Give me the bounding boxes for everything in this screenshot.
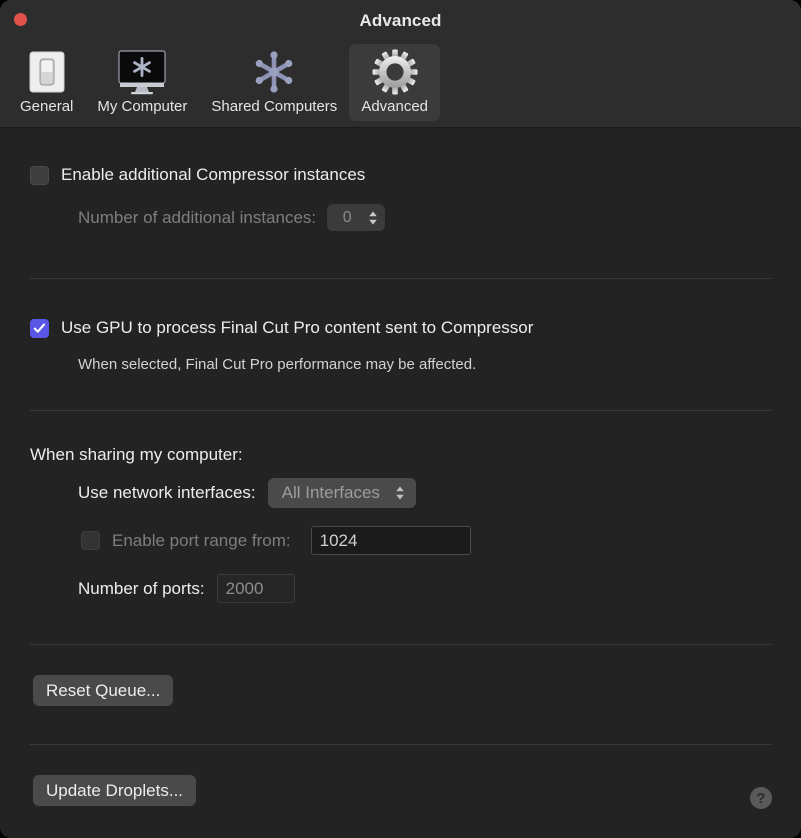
reset-queue-row: Reset Queue...	[33, 675, 174, 706]
tab-label-advanced: Advanced	[361, 98, 429, 115]
port-range-input[interactable]: 1024	[310, 526, 471, 555]
network-interfaces-value: All Interfaces	[281, 483, 380, 502]
port-range-value: 1024	[319, 530, 358, 550]
use-gpu-checkbox[interactable]	[30, 318, 49, 338]
reset-queue-button[interactable]: Reset Queue...	[33, 675, 174, 706]
tab-label-my-computer: My Computer	[97, 98, 188, 115]
instances-count-row: Number of additional instances: 0	[78, 204, 386, 231]
tab-my-computer[interactable]: My Computer	[85, 44, 199, 121]
network-interfaces-select[interactable]: All Interfaces	[267, 478, 416, 508]
light-switch-icon	[26, 48, 68, 96]
number-of-ports-label: Number of ports:	[78, 578, 205, 598]
network-interfaces-label: Use network interfaces:	[78, 483, 256, 502]
tab-advanced[interactable]: Advanced	[349, 44, 441, 121]
chevron-updown-icon	[394, 484, 406, 502]
instances-count-label: Number of additional instances:	[78, 207, 317, 227]
window-title: Advanced	[359, 11, 442, 30]
port-range-row: Enable port range from: 1024	[81, 526, 471, 555]
update-droplets-button[interactable]: Update Droplets...	[33, 775, 197, 806]
network-interfaces-row: Use network interfaces: All Interfaces	[78, 478, 416, 508]
use-gpu-note: When selected, Final Cut Pro performance…	[78, 356, 477, 373]
use-gpu-note-row: When selected, Final Cut Pro performance…	[78, 356, 476, 374]
separator-1	[30, 278, 771, 279]
number-of-ports-input[interactable]: 2000	[216, 574, 295, 603]
enable-instances-row: Enable additional Compressor instances	[30, 165, 365, 185]
number-of-ports-value: 2000	[225, 578, 264, 598]
help-button[interactable]: ?	[750, 787, 772, 809]
sharing-heading-row: When sharing my computer:	[30, 445, 243, 465]
display-snowflake-icon	[113, 48, 171, 96]
update-droplets-row: Update Droplets...	[33, 775, 197, 806]
instances-count-stepper[interactable]: 0	[327, 204, 386, 231]
stepper-chevrons-icon	[367, 209, 379, 227]
gear-icon	[371, 48, 419, 96]
preferences-window: Advanced General My Computer Shared Comp…	[0, 0, 801, 838]
advanced-pane: Enable additional Compressor instances N…	[0, 128, 801, 838]
title-bar: Advanced	[0, 0, 801, 44]
tab-shared-computers[interactable]: Shared Computers	[199, 44, 349, 121]
tab-label-shared-computers: Shared Computers	[211, 98, 338, 115]
toolbar-tabs: General My Computer Shared Computers Adv…	[0, 44, 801, 128]
instances-count-value: 0	[342, 208, 352, 226]
enable-instances-checkbox[interactable]	[30, 165, 49, 185]
enable-instances-label: Enable additional Compressor instances	[61, 165, 366, 184]
number-of-ports-row: Number of ports: 2000	[78, 574, 295, 603]
tab-label-general: General	[20, 98, 74, 115]
port-range-checkbox[interactable]	[81, 531, 100, 550]
separator-2	[30, 410, 771, 411]
separator-4	[30, 744, 771, 745]
port-range-label: Enable port range from:	[112, 530, 291, 550]
use-gpu-row: Use GPU to process Final Cut Pro content…	[30, 318, 533, 338]
use-gpu-label: Use GPU to process Final Cut Pro content…	[61, 318, 534, 337]
sharing-heading: When sharing my computer:	[30, 445, 243, 464]
cluster-nodes-icon	[251, 48, 297, 96]
tab-general[interactable]: General	[8, 44, 85, 121]
separator-3	[30, 644, 771, 645]
